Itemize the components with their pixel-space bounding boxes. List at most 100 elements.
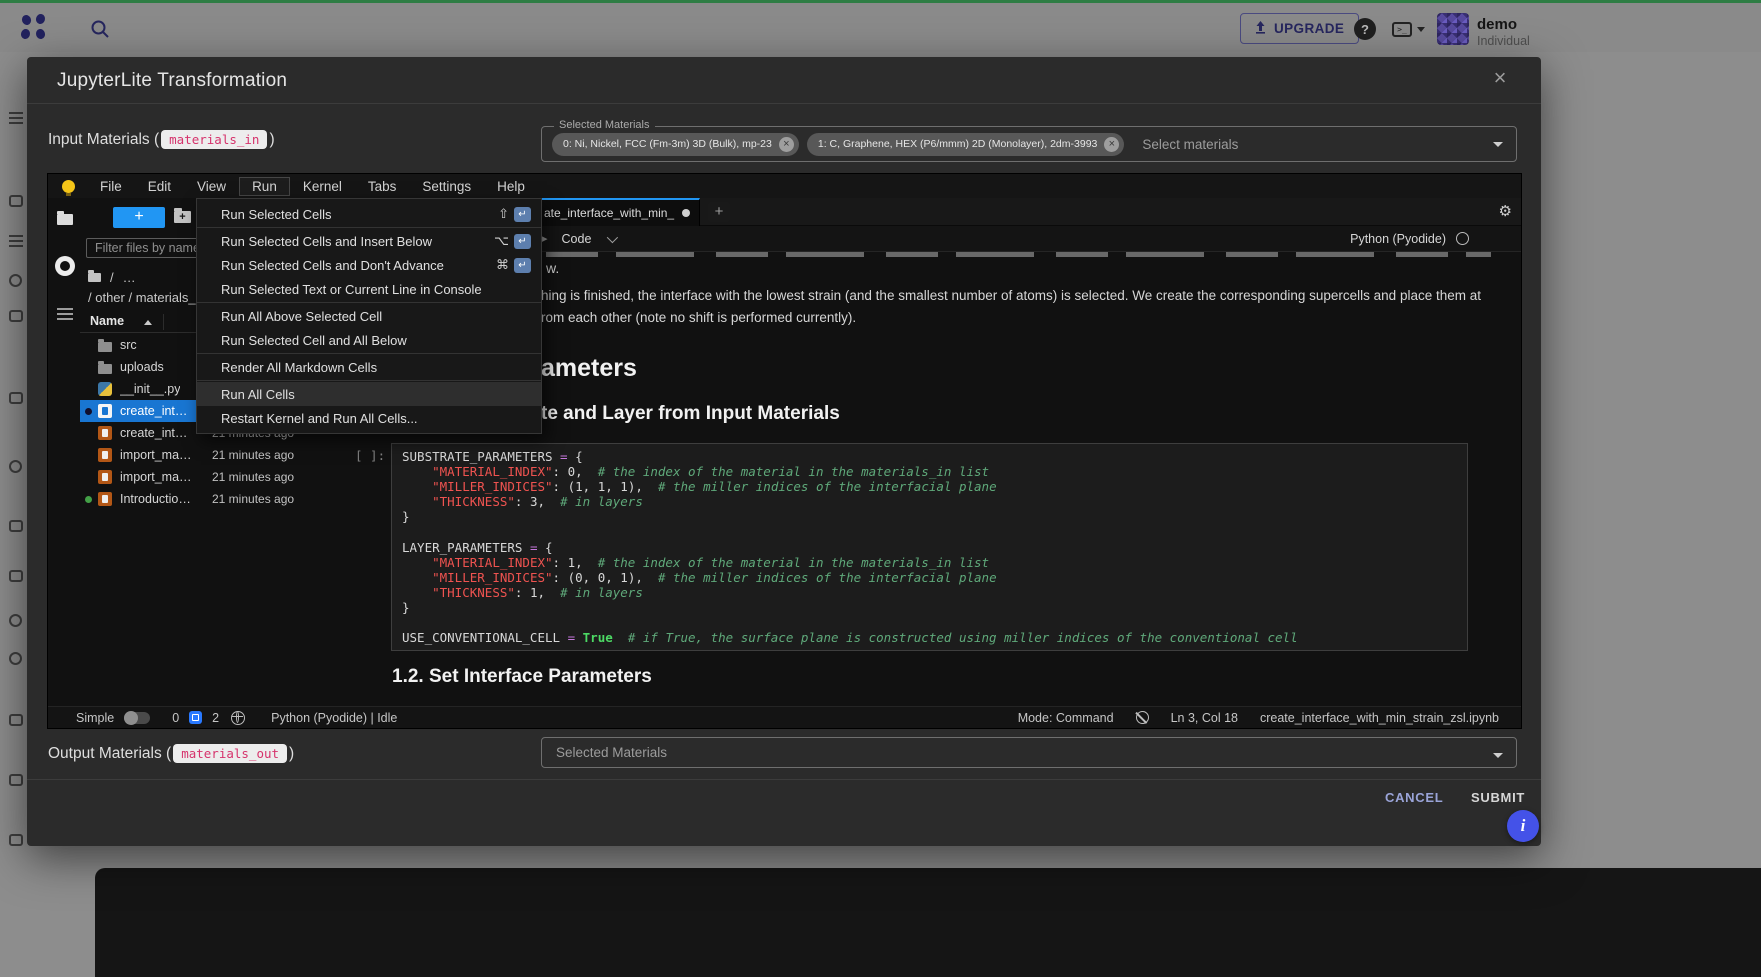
input-materials-select[interactable]: Selected Materials 0: Ni, Nickel, FCC (F… [541, 126, 1517, 162]
dialog-title: JupyterLite Transformation [57, 70, 287, 92]
run-menu-item-label: Run All Cells [221, 387, 295, 402]
run-menu-item[interactable]: Restart Kernel and Run All Cells... [197, 406, 541, 430]
material-chip[interactable]: 0: Ni, Nickel, FCC (Fm-3m) 3D (Bulk), mp… [552, 133, 799, 156]
clipped-text-row [546, 252, 1491, 257]
modifier-key: ⇧ [498, 207, 509, 222]
help-icon[interactable]: ? [1354, 18, 1376, 40]
running-dot-icon [85, 496, 92, 503]
select-materials-placeholder: Select materials [1142, 137, 1238, 152]
gear-icon[interactable]: ⚙ [1499, 204, 1512, 220]
file-name: import_ma… [120, 470, 192, 484]
markdown-heading-1-2: 1.2. Set Interface Parameters [392, 666, 652, 688]
chip-remove-icon[interactable]: × [1104, 137, 1119, 152]
cell-type-dropdown[interactable]: Code [562, 232, 592, 246]
jupyterlite-frame: FileEditViewRunKernelTabsSettingsHelp + … [48, 174, 1521, 728]
sort-ascending-icon [144, 320, 152, 325]
file-name: src [120, 338, 137, 352]
app-sidebar-icon [9, 714, 23, 726]
menubar-item-view[interactable]: View [184, 177, 239, 196]
run-menu: Run Selected Cells⇧↵ Run Selected Cells a… [196, 198, 542, 434]
menubar-item-file[interactable]: File [87, 177, 135, 196]
run-menu-item[interactable]: Run Selected Text or Current Line in Con… [197, 277, 541, 301]
markdown-paragraph-line: rom each other (note no shift is perform… [541, 310, 856, 325]
notebook-tab[interactable]: ate_interface_with_min_ [534, 198, 700, 226]
close-icon[interactable]: × [1487, 65, 1513, 91]
jlab-menubar-items: FileEditViewRunKernelTabsSettingsHelp [87, 177, 538, 196]
menubar-item-kernel[interactable]: Kernel [290, 177, 355, 196]
run-menu-item[interactable]: Run Selected Cells and Insert Below⌥↵ [197, 229, 541, 253]
run-menu-item[interactable]: Run Selected Cells and Don't Advance⌘↵ [197, 253, 541, 277]
run-menu-item[interactable]: Run Selected Cells⇧↵ [197, 202, 541, 226]
terminals-count[interactable]: 0 [172, 711, 179, 725]
globe-icon[interactable] [231, 711, 245, 725]
submit-button[interactable]: SUBMIT [1465, 786, 1531, 809]
enter-key-icon: ↵ [514, 258, 531, 273]
menubar-item-settings[interactable]: Settings [409, 177, 484, 196]
run-menu-item[interactable]: Run Selected Cell and All Below [197, 328, 541, 352]
simple-mode-label: Simple [76, 711, 114, 725]
app-sidebar-icon [9, 834, 23, 846]
running-kernels-tab-icon[interactable] [55, 256, 75, 276]
new-launcher-button[interactable]: + [113, 207, 165, 228]
mode-indicator: Mode: Command [1018, 711, 1114, 725]
cancel-button[interactable]: CANCEL [1379, 786, 1449, 809]
run-menu-item-label: Run Selected Cells and Don't Advance [221, 258, 444, 273]
run-menu-item-label: Run Selected Text or Current Line in Con… [221, 282, 482, 297]
run-menu-item[interactable]: Run All Above Selected Cell [197, 304, 541, 328]
kernels-count[interactable]: 2 [212, 711, 219, 725]
run-menu-item[interactable]: Render All Markdown Cells [197, 355, 541, 379]
file-name: Introductio… [120, 492, 191, 506]
search-icon[interactable] [90, 19, 110, 39]
chip-remove-icon[interactable]: × [779, 137, 794, 152]
run-menu-item[interactable]: Run All Cells [197, 382, 541, 406]
cursor-position[interactable]: Ln 3, Col 18 [1171, 711, 1238, 725]
notebook-icon [98, 448, 112, 462]
enter-key-icon: ↵ [514, 234, 531, 249]
run-menu-group: Run All Above Selected Cell Run Selected … [197, 302, 541, 353]
menubar-item-help[interactable]: Help [484, 177, 538, 196]
column-divider [163, 314, 164, 330]
avatar[interactable] [1437, 13, 1469, 45]
new-folder-icon[interactable]: + [174, 211, 191, 223]
divider [27, 103, 1541, 104]
code-cell[interactable]: SUBSTRATE_PARAMETERS = { "MATERIAL_INDEX… [391, 443, 1468, 651]
notifications-off-icon[interactable] [1136, 711, 1149, 724]
code-line: SUBSTRATE_PARAMETERS = { [402, 449, 1457, 464]
background-app-sidebar [0, 52, 27, 977]
file-browser-tab-icon[interactable] [57, 214, 73, 225]
file-list-item[interactable]: import_ma…21 minutes ago [80, 444, 308, 466]
run-menu-item-label: Run All Above Selected Cell [221, 309, 382, 324]
new-tab-button[interactable]: + [708, 202, 730, 222]
console-menu-button[interactable]: >_ [1392, 21, 1428, 38]
file-list-item[interactable]: Introductio…21 minutes ago [80, 488, 308, 510]
kernel-status-icon[interactable] [1456, 232, 1469, 245]
material-chip-label: 1: C, Graphene, HEX (P6/mmm) 2D (Monolay… [818, 138, 1098, 150]
markdown-heading-1-1: te and Layer from Input Materials [541, 403, 840, 425]
info-fab-button[interactable]: i [1507, 810, 1539, 842]
breadcrumb[interactable]: / … [88, 270, 136, 285]
app-logo-icon[interactable] [20, 14, 48, 42]
open-dot-icon [85, 408, 92, 415]
jupyterlite-logo-icon [62, 180, 75, 193]
unsaved-dot-icon[interactable] [682, 209, 690, 217]
kernel-status-text[interactable]: Python (Pyodide) | Idle [271, 711, 397, 725]
material-chip[interactable]: 1: C, Graphene, HEX (P6/mmm) 2D (Monolay… [807, 133, 1125, 156]
code-line: "MILLER_INDICES": (1, 1, 1), # the mille… [402, 479, 1457, 494]
simple-mode-toggle[interactable] [124, 712, 150, 724]
selected-materials-legend: Selected Materials [554, 119, 655, 131]
app-sidebar-icon [9, 195, 23, 207]
upgrade-button[interactable]: UPGRADE [1240, 13, 1359, 44]
menubar-item-run[interactable]: Run [239, 177, 290, 196]
menubar-item-tabs[interactable]: Tabs [355, 177, 410, 196]
user-plan: Individual [1477, 34, 1530, 48]
menubar-item-edit[interactable]: Edit [135, 177, 184, 196]
run-cell-icon[interactable]: ▸ [542, 232, 548, 245]
material-chip-list: 0: Ni, Nickel, FCC (Fm-3m) 3D (Bulk), mp… [552, 133, 1124, 156]
name-column-header[interactable]: Name [90, 314, 124, 328]
terminal-icon: >_ [1392, 22, 1412, 37]
file-list-item[interactable]: import_ma…21 minutes ago [80, 466, 308, 488]
table-of-contents-tab-icon[interactable] [57, 308, 73, 320]
output-materials-select[interactable]: Selected Materials [541, 737, 1517, 768]
kernel-name[interactable]: Python (Pyodide) [1350, 232, 1446, 246]
run-menu-item-label: Run Selected Cell and All Below [221, 333, 407, 348]
